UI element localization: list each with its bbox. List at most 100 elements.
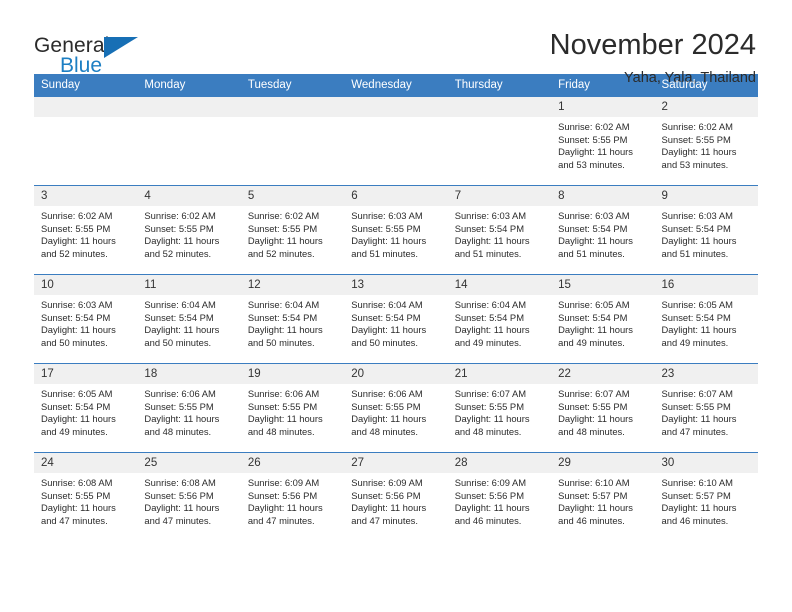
day-number: 16 (654, 275, 758, 295)
day-number: 27 (344, 453, 448, 473)
cell-inner (240, 97, 345, 185)
calendar-cell-day[interactable]: 28 Sunrise: 6:09 AM Sunset: 5:56 PM Dayligh… (447, 452, 552, 542)
daylight-text: Daylight: 11 hours and 50 minutes. (144, 324, 220, 348)
day-number: 22 (551, 364, 655, 384)
cell-inner (344, 97, 448, 185)
cell-inner: 29 Sunrise: 6:10 AM Sunset: 5:57 PM Dayligh… (551, 453, 655, 542)
sunrise-text: Sunrise: 6:03 AM (558, 210, 630, 221)
daylight-text: Daylight: 11 hours and 47 minutes. (247, 502, 323, 526)
calendar-cell-day[interactable]: 19 Sunrise: 6:06 AM Sunset: 5:55 PM Dayligh… (240, 363, 345, 453)
calendar-cell-day[interactable]: 10 Sunrise: 6:03 AM Sunset: 5:54 PM Dayligh… (34, 274, 138, 364)
cell-inner: 8 Sunrise: 6:03 AM Sunset: 5:54 PM Daylight… (551, 186, 655, 274)
calendar-cell-day[interactable]: 15 Sunrise: 6:05 AM Sunset: 5:54 PM Dayligh… (551, 274, 655, 364)
cell-inner: 1 Sunrise: 6:02 AM Sunset: 5:55 PM Daylight… (551, 97, 655, 185)
calendar-cell-day[interactable]: 26 Sunrise: 6:09 AM Sunset: 5:56 PM Dayligh… (240, 452, 345, 542)
daylight-text: Daylight: 11 hours and 52 minutes. (144, 235, 220, 259)
sunrise-text: Sunrise: 6:03 AM (454, 210, 527, 221)
calendar-cell-day[interactable]: 7 Sunrise: 6:03 AM Sunset: 5:54 PM Daylight… (447, 185, 552, 275)
sunset-text: Sunset: 5:56 PM (247, 489, 318, 501)
sunset-text: Sunset: 5:54 PM (41, 400, 111, 412)
daylight-text: Daylight: 11 hours and 50 minutes. (351, 324, 427, 348)
general-blue-logo[interactable]: General Blue (34, 28, 154, 80)
day-number: 10 (34, 275, 138, 295)
cell-inner: 13 Sunrise: 6:04 AM Sunset: 5:54 PM Dayligh… (344, 275, 448, 363)
calendar-cell-day[interactable]: 16 Sunrise: 6:05 AM Sunset: 5:54 PM Dayligh… (654, 274, 758, 364)
calendar-cell-day[interactable]: 22 Sunrise: 6:07 AM Sunset: 5:55 PM Dayligh… (551, 363, 655, 453)
cell-inner: 2 Sunrise: 6:02 AM Sunset: 5:55 PM Daylight… (654, 97, 758, 185)
sunrise-text: Sunrise: 6:02 AM (41, 210, 113, 221)
sunset-text: Sunset: 5:54 PM (454, 222, 524, 234)
sunrise-text: Sunrise: 6:03 AM (41, 299, 113, 310)
sunset-text: Sunset: 5:54 PM (661, 311, 731, 323)
day-details: Sunrise: 6:02 AM Sunset: 5:55 PM Daylight:… (655, 117, 758, 171)
calendar-cell-day[interactable]: 5 Sunrise: 6:02 AM Sunset: 5:55 PM Daylight… (240, 185, 345, 275)
sunrise-text: Sunrise: 6:02 AM (144, 210, 216, 221)
calendar-week-row: 17 Sunrise: 6:05 AM Sunset: 5:54 PM Dayligh… (34, 363, 758, 453)
daylight-text: Daylight: 11 hours and 46 minutes. (558, 502, 633, 526)
calendar-cell-day[interactable]: 3 Sunrise: 6:02 AM Sunset: 5:55 PM Daylight… (34, 185, 138, 275)
calendar-cell-day[interactable]: 30 Sunrise: 6:10 AM Sunset: 5:57 PM Dayligh… (654, 452, 758, 542)
day-number: 12 (240, 275, 345, 295)
calendar-cell-day[interactable]: 14 Sunrise: 6:04 AM Sunset: 5:54 PM Dayligh… (447, 274, 552, 364)
calendar-cell-day[interactable]: 12 Sunrise: 6:04 AM Sunset: 5:54 PM Dayligh… (240, 274, 345, 364)
sunrise-text: Sunrise: 6:07 AM (558, 388, 630, 399)
calendar-cell-day[interactable]: 29 Sunrise: 6:10 AM Sunset: 5:57 PM Dayligh… (551, 452, 655, 542)
sunrise-text: Sunrise: 6:02 AM (558, 121, 630, 132)
sunrise-text: Sunrise: 6:06 AM (247, 388, 320, 399)
sunrise-text: Sunrise: 6:09 AM (351, 477, 423, 488)
sunrise-text: Sunrise: 6:08 AM (144, 477, 216, 488)
daylight-text: Daylight: 11 hours and 49 minutes. (41, 413, 116, 437)
day-number: 1 (551, 97, 655, 117)
day-number: 23 (654, 364, 758, 384)
calendar-cell-day[interactable]: 25 Sunrise: 6:08 AM Sunset: 5:56 PM Dayligh… (137, 452, 241, 542)
sunset-text: Sunset: 5:55 PM (661, 133, 731, 145)
calendar-cell-day[interactable]: 18 Sunrise: 6:06 AM Sunset: 5:55 PM Dayligh… (137, 363, 241, 453)
day-number (240, 97, 345, 117)
calendar-cell-day[interactable]: 23 Sunrise: 6:07 AM Sunset: 5:55 PM Dayligh… (654, 363, 758, 453)
sunset-text: Sunset: 5:55 PM (41, 222, 111, 234)
calendar-week-row: 10 Sunrise: 6:03 AM Sunset: 5:54 PM Dayligh… (34, 274, 758, 364)
sunset-text: Sunset: 5:55 PM (661, 400, 731, 412)
day-number: 30 (654, 453, 758, 473)
calendar-cell-day[interactable]: 8 Sunrise: 6:03 AM Sunset: 5:54 PM Daylight… (551, 185, 655, 275)
cell-inner: 11 Sunrise: 6:04 AM Sunset: 5:54 PM Dayligh… (137, 275, 241, 363)
calendar-cell-day[interactable]: 17 Sunrise: 6:05 AM Sunset: 5:54 PM Dayligh… (34, 363, 138, 453)
calendar-cell-day[interactable]: 24 Sunrise: 6:08 AM Sunset: 5:55 PM Dayligh… (34, 452, 138, 542)
cell-inner: 21 Sunrise: 6:07 AM Sunset: 5:55 PM Dayligh… (447, 364, 552, 452)
calendar-cell-day[interactable]: 11 Sunrise: 6:04 AM Sunset: 5:54 PM Dayligh… (137, 274, 241, 364)
day-details: Sunrise: 6:03 AM Sunset: 5:54 PM Daylight:… (448, 206, 551, 260)
calendar-cell-day[interactable]: 27 Sunrise: 6:09 AM Sunset: 5:56 PM Dayligh… (344, 452, 448, 542)
calendar-body: 1 Sunrise: 6:02 AM Sunset: 5:55 PM Daylight… (34, 96, 758, 542)
calendar-cell-day[interactable]: 1 Sunrise: 6:02 AM Sunset: 5:55 PM Daylight… (551, 96, 655, 186)
cell-inner: 12 Sunrise: 6:04 AM Sunset: 5:54 PM Dayligh… (240, 275, 345, 363)
sunset-text: Sunset: 5:54 PM (351, 311, 421, 323)
calendar-cell-day[interactable]: 6 Sunrise: 6:03 AM Sunset: 5:55 PM Daylight… (344, 185, 448, 275)
calendar-cell-day[interactable]: 13 Sunrise: 6:04 AM Sunset: 5:54 PM Dayligh… (344, 274, 448, 364)
cell-inner: 24 Sunrise: 6:08 AM Sunset: 5:55 PM Dayligh… (34, 453, 138, 542)
sunrise-text: Sunrise: 6:05 AM (41, 388, 113, 399)
calendar-cell-day[interactable]: 4 Sunrise: 6:02 AM Sunset: 5:55 PM Daylight… (137, 185, 241, 275)
calendar-cell-day[interactable]: 2 Sunrise: 6:02 AM Sunset: 5:55 PM Daylight… (654, 96, 758, 186)
weekday-header-thursday: Thursday (447, 74, 552, 97)
day-number: 19 (240, 364, 345, 384)
day-number: 11 (137, 275, 241, 295)
day-details: Sunrise: 6:08 AM Sunset: 5:56 PM Daylight:… (137, 473, 240, 527)
page-header: General Blue November 2024 Yaha, Yala, T… (34, 0, 758, 86)
sunrise-text: Sunrise: 6:09 AM (454, 477, 527, 488)
cell-inner: 14 Sunrise: 6:04 AM Sunset: 5:54 PM Dayligh… (447, 275, 552, 363)
cell-inner: 25 Sunrise: 6:08 AM Sunset: 5:56 PM Dayligh… (137, 453, 241, 542)
daylight-text: Daylight: 11 hours and 51 minutes. (661, 235, 737, 259)
calendar-cell-day[interactable]: 21 Sunrise: 6:07 AM Sunset: 5:55 PM Dayligh… (447, 363, 552, 453)
day-details: Sunrise: 6:10 AM Sunset: 5:57 PM Daylight:… (655, 473, 758, 527)
daylight-text: Daylight: 11 hours and 48 minutes. (144, 413, 220, 437)
sunset-text: Sunset: 5:55 PM (351, 222, 421, 234)
daylight-text: Daylight: 11 hours and 51 minutes. (454, 235, 530, 259)
day-details: Sunrise: 6:04 AM Sunset: 5:54 PM Daylight:… (137, 295, 240, 349)
day-details: Sunrise: 6:09 AM Sunset: 5:56 PM Daylight:… (344, 473, 447, 527)
calendar-cell-day[interactable]: 20 Sunrise: 6:06 AM Sunset: 5:55 PM Dayligh… (344, 363, 448, 453)
sunrise-text: Sunrise: 6:07 AM (454, 388, 527, 399)
day-number: 8 (551, 186, 655, 206)
calendar-cell-day[interactable]: 9 Sunrise: 6:03 AM Sunset: 5:54 PM Daylight… (654, 185, 758, 275)
daylight-text: Daylight: 11 hours and 47 minutes. (41, 502, 116, 526)
day-details: Sunrise: 6:05 AM Sunset: 5:54 PM Daylight:… (551, 295, 654, 349)
